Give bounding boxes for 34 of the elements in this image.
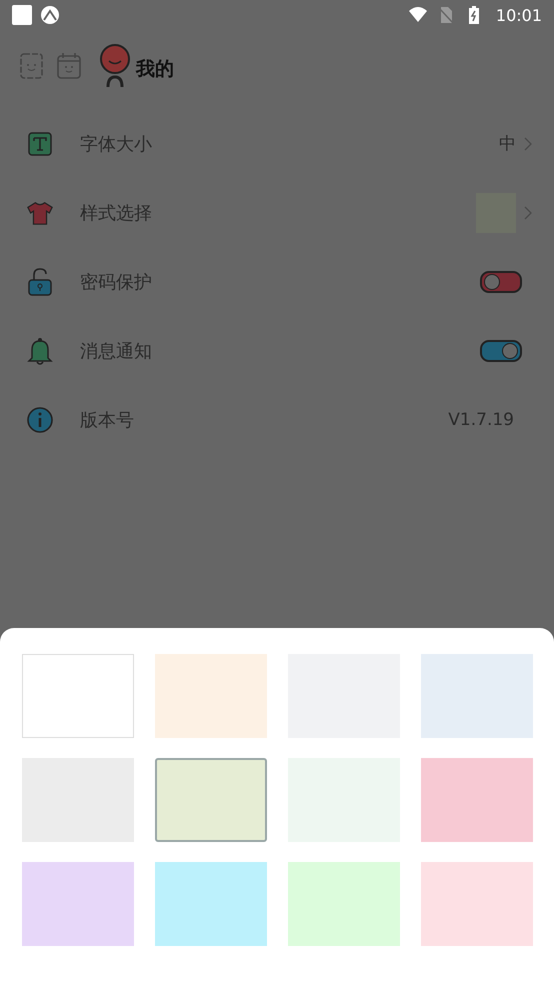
calendar-face-icon[interactable]: [56, 52, 82, 80]
notebook-face-icon[interactable]: [18, 52, 44, 80]
theme-swatch[interactable]: [155, 654, 267, 738]
settings-row[interactable]: 密码保护: [0, 247, 554, 316]
settings-row[interactable]: 版本号 V1.7.19: [0, 385, 554, 454]
settings-row[interactable]: 字体大小 中: [0, 109, 554, 178]
theme-swatch[interactable]: [288, 862, 400, 946]
setting-label: 字体大小: [80, 132, 152, 156]
page-title: 我的: [136, 57, 174, 82]
toggle-switch[interactable]: [480, 340, 522, 362]
chevron-right-icon: [524, 136, 532, 150]
setting-label: 样式选择: [80, 202, 152, 224]
info-icon: [26, 404, 54, 434]
theme-swatch[interactable]: [155, 758, 267, 842]
setting-label: 版本号: [80, 408, 134, 432]
setting-value: V1.7.19: [448, 410, 514, 430]
padlock-icon: [26, 266, 54, 296]
settings-row[interactable]: 样式选择: [0, 178, 554, 247]
theme-swatch[interactable]: [22, 862, 134, 946]
toggle-switch[interactable]: [480, 270, 522, 292]
theme-swatch[interactable]: [421, 654, 533, 738]
theme-swatch[interactable]: [421, 758, 533, 842]
setting-label: 消息通知: [80, 340, 152, 362]
app-icon: [40, 5, 60, 25]
theme-swatch[interactable]: [155, 862, 267, 946]
setting-value: 中: [499, 133, 516, 155]
settings-row[interactable]: 消息通知: [0, 316, 554, 385]
status-time: 10:01: [496, 6, 542, 24]
avatar-icon[interactable]: [98, 44, 132, 88]
chevron-right-icon: [524, 206, 532, 220]
notification-icon: [12, 5, 32, 25]
theme-swatch[interactable]: [421, 862, 533, 946]
bell-icon: [26, 336, 54, 366]
setting-label: 密码保护: [80, 270, 152, 294]
